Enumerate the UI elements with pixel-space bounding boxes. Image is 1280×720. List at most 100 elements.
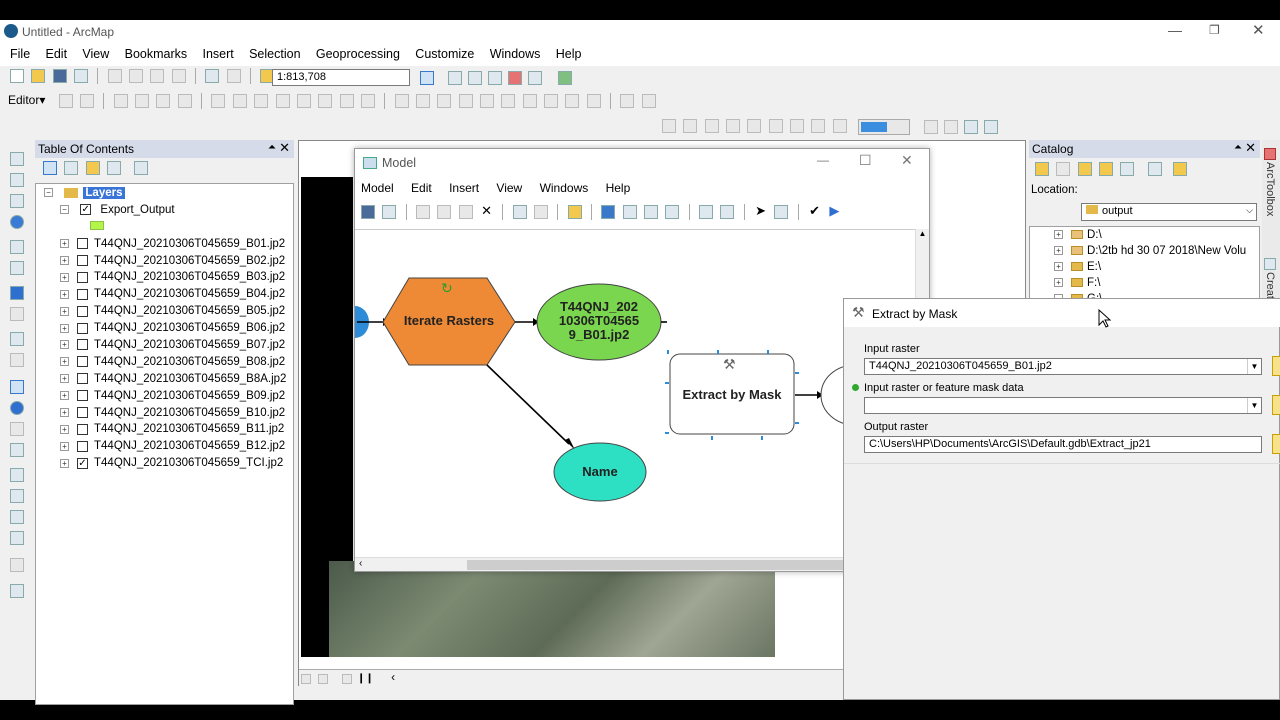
layer-checkbox[interactable]	[77, 255, 88, 267]
toc-layer-row[interactable]: + T44QNJ_20210306T045659_B07.jp2	[44, 339, 293, 356]
forward-arrow-icon[interactable]	[1056, 161, 1071, 176]
zoom-in-page-icon[interactable]	[662, 118, 676, 133]
catalog-item[interactable]: + E:\	[1054, 261, 1259, 277]
model-undo-icon[interactable]	[512, 204, 527, 219]
save-icon[interactable]	[52, 69, 67, 83]
list-by-selection-icon[interactable]	[107, 160, 122, 175]
expand-icon[interactable]: +	[60, 289, 69, 299]
menu-help[interactable]: Help	[550, 44, 588, 61]
undo-icon[interactable]	[205, 69, 220, 83]
editor-toolbar-icon[interactable]	[420, 71, 434, 85]
rotate-icon[interactable]	[296, 94, 311, 108]
toc-layer-row[interactable]: + T44QNJ_20210306T045659_B01.jp2	[44, 238, 293, 255]
toggle-draft-icon[interactable]	[924, 120, 938, 134]
globe-icon[interactable]	[479, 94, 494, 108]
expand-icon[interactable]: +	[60, 340, 69, 350]
zoom-out-page-icon[interactable]	[683, 118, 698, 133]
list-by-drawing-order-icon[interactable]	[43, 160, 57, 175]
full-extent-model-icon[interactable]	[622, 204, 637, 219]
mask-browse-button[interactable]	[1272, 395, 1280, 415]
input-raster-field[interactable]: T44QNJ_20210306T045659_B01.jp2 ▼	[864, 358, 1262, 375]
layer-checkbox[interactable]	[77, 356, 88, 368]
model-select-icon[interactable]: ➤	[755, 203, 766, 218]
model-delete-icon[interactable]: ✕	[481, 203, 492, 218]
fixed-zoom-in-icon-2[interactable]	[10, 240, 24, 254]
options-icon[interactable]	[134, 160, 149, 175]
map-topology-icon[interactable]	[415, 94, 430, 108]
model-print-icon[interactable]	[382, 204, 397, 219]
editor-menu[interactable]: Editor▾	[8, 93, 45, 107]
print-icon[interactable]	[74, 69, 89, 83]
tool-e-icon[interactable]	[586, 94, 601, 108]
toc-layer-row[interactable]: + T44QNJ_20210306T045659_B12.jp2	[44, 440, 293, 457]
expand-icon[interactable]: +	[1054, 246, 1063, 256]
layout-view-icon[interactable]	[318, 673, 329, 684]
modelbuilder-icon[interactable]	[558, 71, 572, 85]
toc-layer-row[interactable]: + T44QNJ_20210306T045659_B08.jp2	[44, 356, 293, 373]
mask-field[interactable]: ▼	[864, 397, 1262, 414]
back-extent-icon[interactable]	[811, 118, 826, 133]
forward-extent-icon[interactable]	[832, 118, 847, 133]
identify-icon[interactable]	[10, 401, 24, 415]
expand-icon[interactable]: +	[1054, 262, 1063, 272]
select-elements-icon[interactable]	[10, 380, 24, 394]
pause-icon[interactable]: ❙❙	[357, 673, 374, 684]
go-to-xy-icon[interactable]	[10, 531, 24, 545]
toc-layer-row[interactable]: + ✓ T44QNJ_20210306T045659_TCI.jp2	[44, 457, 293, 474]
tool-c-icon[interactable]	[543, 94, 558, 108]
export-output-group[interactable]: − ✓ Export_Output	[44, 204, 293, 221]
zoom-100-icon[interactable]	[747, 118, 762, 133]
measure-icon[interactable]	[10, 468, 24, 482]
split-icon[interactable]	[275, 94, 290, 108]
model-close-button[interactable]: ✕	[901, 152, 913, 169]
zoom-in-icon[interactable]	[10, 152, 24, 166]
layer-checkbox[interactable]	[77, 339, 88, 351]
zoom-percent-box[interactable]	[858, 119, 910, 135]
copy-icon[interactable]	[129, 69, 144, 83]
time-slider-icon[interactable]	[10, 558, 24, 572]
list-by-source-icon[interactable]	[64, 160, 79, 175]
model-add-data-icon[interactable]	[567, 204, 582, 219]
edit-tool-icon[interactable]	[58, 94, 73, 108]
search-window-icon[interactable]	[488, 71, 502, 85]
expand-icon[interactable]: +	[60, 357, 69, 367]
model-save-icon[interactable]	[361, 204, 375, 219]
hyperlink-icon[interactable]	[10, 422, 24, 436]
python-icon[interactable]	[528, 71, 542, 85]
layers-root[interactable]: − Layers	[44, 187, 293, 204]
expand-icon[interactable]: +	[60, 458, 69, 468]
map-scale-box[interactable]: 1:813,708	[272, 69, 410, 86]
data-driven-icon[interactable]	[984, 120, 998, 134]
html-popup-icon[interactable]	[10, 443, 24, 457]
output-raster-browse-button[interactable]	[1272, 434, 1280, 454]
expand-icon[interactable]: +	[1054, 230, 1063, 240]
select-features-icon[interactable]	[10, 332, 24, 346]
fixed-zoom-model-icon[interactable]	[644, 204, 659, 219]
model-menu-help[interactable]: Help	[606, 181, 631, 195]
expand-icon[interactable]: +	[60, 306, 69, 316]
connect-icon[interactable]	[774, 204, 789, 219]
full-extent-icon[interactable]	[10, 215, 24, 229]
model-menu-windows[interactable]: Windows	[540, 181, 589, 195]
close-button[interactable]: ✕	[1252, 21, 1265, 39]
menu-bookmarks[interactable]: Bookmarks	[119, 44, 194, 61]
model-copy-icon[interactable]	[437, 204, 452, 219]
layer-checkbox[interactable]	[77, 271, 88, 283]
model-menu-insert[interactable]: Insert	[449, 181, 479, 195]
create-viewer-icon[interactable]	[10, 584, 24, 598]
restore-button[interactable]: ❐	[1209, 23, 1220, 37]
model-menu-model[interactable]: Model	[361, 181, 394, 195]
toc-layer-row[interactable]: + T44QNJ_20210306T045659_B04.jp2	[44, 288, 293, 305]
layer-checkbox[interactable]	[77, 238, 88, 250]
minimize-button[interactable]: —	[1168, 22, 1182, 38]
expand-icon[interactable]: +	[60, 408, 69, 418]
list-by-visibility-icon[interactable]	[85, 160, 100, 175]
model-horizontal-scrollbar[interactable]: ‹	[355, 557, 915, 571]
snap-icon[interactable]	[437, 94, 452, 108]
find-route-icon[interactable]	[10, 510, 24, 524]
trace-icon[interactable]	[156, 94, 171, 108]
layer-checkbox[interactable]: ✓	[77, 457, 88, 469]
model-maximize-button[interactable]: ☐	[859, 152, 872, 169]
layer-checkbox[interactable]	[77, 305, 88, 317]
menu-selection[interactable]: Selection	[243, 44, 306, 61]
